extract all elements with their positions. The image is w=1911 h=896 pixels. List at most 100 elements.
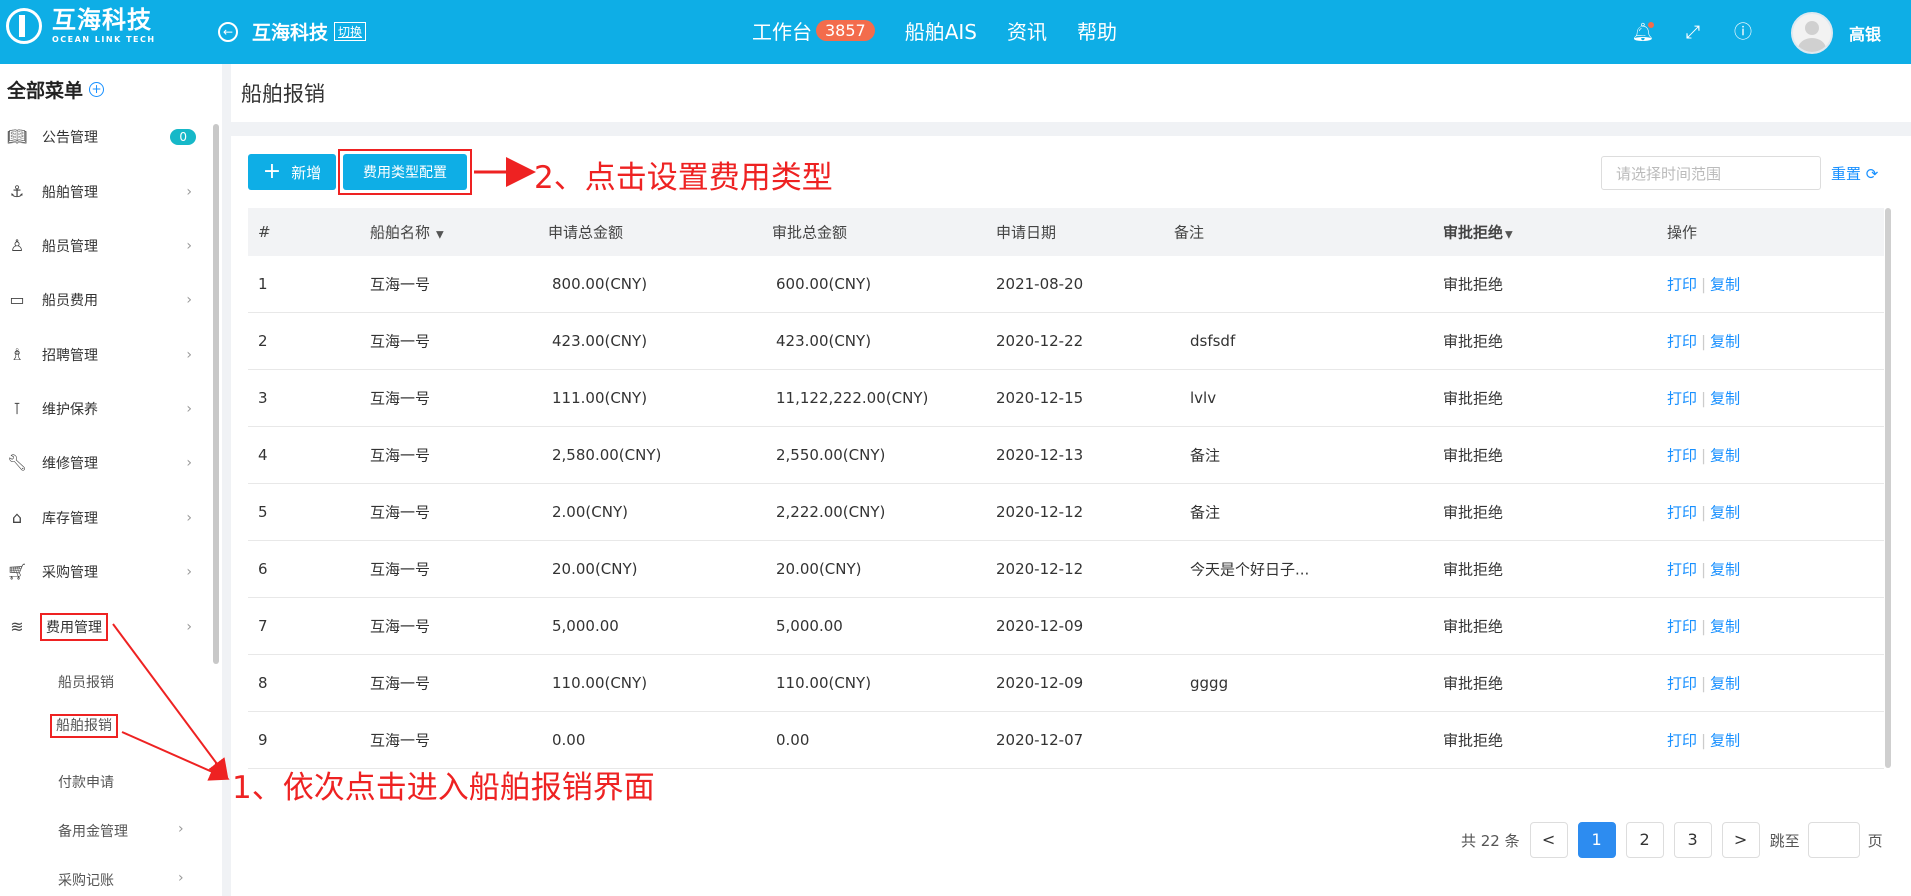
print-link[interactable]: 打印 bbox=[1667, 732, 1697, 750]
table-row[interactable]: 7 互海一号 5,000.00 5,000.00 2020-12-09 审批拒绝 打印 | 复制 bbox=[248, 598, 1884, 655]
cell-ship-name: 互海一号 bbox=[370, 332, 431, 351]
book-icon: 📖︎ bbox=[6, 127, 28, 146]
page-button-1[interactable]: 1 bbox=[1577, 822, 1616, 858]
copy-link[interactable]: 复制 bbox=[1710, 675, 1740, 693]
sidebar-item-recruit[interactable]: ♗ 招聘管理 › bbox=[0, 335, 210, 375]
print-link[interactable]: 打印 bbox=[1667, 390, 1697, 408]
table-scrollbar[interactable] bbox=[1885, 208, 1891, 768]
submenu-purchase-bookkeeping[interactable]: 采购记账 › bbox=[58, 870, 184, 890]
table-row[interactable]: 8 互海一号 110.00(CNY) 110.00(CNY) 2020-12-09 ggg… bbox=[248, 655, 1884, 712]
submenu-ship-reimburse[interactable]: 船舶报销 bbox=[50, 714, 118, 738]
copy-link[interactable]: 复制 bbox=[1710, 561, 1740, 579]
table-row[interactable]: 5 互海一号 2.00(CNY) 2,222.00(CNY) 2020-12-12 备注 审… bbox=[248, 484, 1884, 541]
print-link[interactable]: 打印 bbox=[1667, 675, 1697, 693]
database-icon: ≋ bbox=[10, 617, 24, 636]
cell-index: 9 bbox=[258, 731, 268, 749]
user-icon: ♙ bbox=[9, 236, 25, 255]
add-button[interactable]: + 新增 bbox=[248, 154, 336, 190]
sidebar-item-purchase[interactable]: 🛒︎ 采购管理 › bbox=[0, 552, 210, 592]
chevron-right-icon: › bbox=[178, 821, 184, 837]
cell-approve-amount: 5,000.00 bbox=[776, 617, 843, 635]
page-header: 船舶报销 bbox=[231, 64, 1911, 122]
submenu-petty-cash[interactable]: 备用金管理 › bbox=[58, 821, 184, 841]
sidebar-item-label: 费用管理 bbox=[40, 613, 108, 641]
print-link[interactable]: 打印 bbox=[1667, 561, 1697, 579]
table-row[interactable]: 9 互海一号 0.00 0.00 2020-12-07 审批拒绝 打印 | 复制 bbox=[248, 712, 1884, 769]
anchor-icon: ⚓︎ bbox=[9, 182, 25, 201]
col-remark: 备注 bbox=[1174, 223, 1205, 242]
cell-apply-date: 2020-12-12 bbox=[996, 560, 1084, 578]
col-ship-name-label: 船舶名称 bbox=[370, 223, 431, 242]
submenu-payment-request[interactable]: 付款申请 bbox=[58, 772, 114, 792]
back-arrow-icon[interactable]: ← bbox=[218, 21, 238, 42]
refresh-icon: ⟳ bbox=[1865, 165, 1879, 183]
print-link[interactable]: 打印 bbox=[1667, 504, 1697, 522]
copy-link[interactable]: 复制 bbox=[1710, 390, 1740, 408]
sidebar-item-repair[interactable]: 🔧︎ 维修管理 › bbox=[0, 443, 210, 483]
action-separator: | bbox=[1701, 332, 1707, 351]
cell-remark: 今天是个好日子... bbox=[1190, 560, 1310, 579]
col-apply-date: 申请日期 bbox=[996, 223, 1057, 242]
expand-menu-icon[interactable]: + bbox=[89, 82, 105, 97]
print-link[interactable]: 打印 bbox=[1667, 618, 1697, 636]
sidebar-item-label: 维护保养 bbox=[42, 402, 98, 418]
reset-label: 重置 bbox=[1831, 165, 1862, 183]
submenu-crew-reimburse[interactable]: 船员报销 bbox=[58, 672, 114, 692]
table-header: # 船舶名称 ▼ 申请总金额 审批总金额 申请日期 备注 审批拒绝 ▼ 操作 bbox=[248, 208, 1884, 256]
prev-page-button[interactable]: < bbox=[1529, 822, 1568, 858]
logo-text-cn: 互海科技 bbox=[52, 6, 152, 34]
sidebar-item-inventory[interactable]: ⌂ 库存管理 › bbox=[0, 498, 210, 538]
table-row[interactable]: 4 互海一号 2,580.00(CNY) 2,550.00(CNY) 2020-12-1… bbox=[248, 427, 1884, 484]
fullscreen-icon[interactable]: ⤢ bbox=[1681, 21, 1705, 45]
sidebar-item-crew[interactable]: ♙ 船员管理 › bbox=[0, 226, 210, 266]
table-row[interactable]: 3 互海一号 111.00(CNY) 11,122,222.00(CNY) 2020-1… bbox=[248, 370, 1884, 427]
copy-link[interactable]: 复制 bbox=[1710, 447, 1740, 465]
sidebar-item-expense[interactable]: ≋ 费用管理 › bbox=[0, 607, 210, 647]
reset-button[interactable]: 重置 ⟳ bbox=[1831, 163, 1878, 184]
help-icon[interactable]: ⓘ bbox=[1731, 21, 1755, 45]
next-page-button[interactable]: > bbox=[1721, 822, 1760, 858]
sidebar-scrollbar[interactable] bbox=[213, 124, 219, 664]
table-row[interactable]: 6 互海一号 20.00(CNY) 20.00(CNY) 2020-12-12 今天是个好… bbox=[248, 541, 1884, 598]
nav-ship-ais[interactable]: 船舶AIS bbox=[905, 16, 977, 45]
table-row[interactable]: 1 互海一号 800.00(CNY) 600.00(CNY) 2021-08-20 审批拒… bbox=[248, 256, 1884, 313]
sidebar-item-maintenance[interactable]: ⊺ 维护保养 › bbox=[0, 389, 210, 429]
cell-ship-name: 互海一号 bbox=[370, 389, 431, 408]
col-apply-amount: 申请总金额 bbox=[548, 223, 624, 242]
sidebar-item-ship[interactable]: ⚓︎ 船舶管理 › bbox=[0, 172, 210, 212]
cell-apply-amount: 800.00(CNY) bbox=[552, 275, 648, 293]
print-link[interactable]: 打印 bbox=[1667, 276, 1697, 294]
bell-icon[interactable]: 🔔︎ bbox=[1631, 21, 1655, 45]
nav-news[interactable]: 资讯 bbox=[1007, 16, 1047, 45]
print-link[interactable]: 打印 bbox=[1667, 447, 1697, 465]
copy-link[interactable]: 复制 bbox=[1710, 504, 1740, 522]
table-row[interactable]: 2 互海一号 423.00(CNY) 423.00(CNY) 2020-12-22 dsf… bbox=[248, 313, 1884, 370]
sidebar-item-label: 船员管理 bbox=[42, 239, 98, 255]
print-link[interactable]: 打印 bbox=[1667, 333, 1697, 351]
switch-company-link[interactable]: 切换 bbox=[334, 22, 367, 41]
copy-link[interactable]: 复制 bbox=[1710, 618, 1740, 636]
avatar[interactable] bbox=[1790, 12, 1833, 54]
logo[interactable]: 互海科技 OCEAN LINK TECH bbox=[6, 8, 156, 44]
page-button-3[interactable]: 3 bbox=[1673, 822, 1712, 858]
copy-link[interactable]: 复制 bbox=[1710, 333, 1740, 351]
sidebar-item-announcement[interactable]: 📖︎ 公告管理 0 bbox=[0, 117, 210, 157]
nav-workbench[interactable]: 工作台 3857 bbox=[752, 16, 875, 45]
expense-type-config-button[interactable]: 费用类型配置 bbox=[343, 154, 467, 190]
col-ship-name[interactable]: 船舶名称 ▼ bbox=[370, 222, 444, 243]
cell-remark: dsfsdf bbox=[1190, 332, 1236, 350]
chevron-right-icon: › bbox=[186, 510, 192, 526]
cell-remark: 备注 bbox=[1190, 446, 1221, 465]
copy-link[interactable]: 复制 bbox=[1710, 276, 1740, 294]
copy-link[interactable]: 复制 bbox=[1710, 732, 1740, 750]
cell-apply-amount: 5,000.00 bbox=[552, 617, 619, 635]
col-status-filter[interactable]: 审批拒绝 ▼ bbox=[1443, 222, 1513, 243]
cell-remark: 备注 bbox=[1190, 503, 1221, 522]
cell-apply-date: 2020-12-09 bbox=[996, 674, 1084, 692]
nav-help[interactable]: 帮助 bbox=[1077, 16, 1117, 45]
jump-page-input[interactable] bbox=[1807, 822, 1860, 858]
date-range-input[interactable]: 请选择时间范围 bbox=[1601, 156, 1821, 190]
page-button-2[interactable]: 2 bbox=[1625, 822, 1664, 858]
sidebar-item-crew-fee[interactable]: ▭ 船员费用 › bbox=[0, 280, 210, 320]
user-name[interactable]: 高银 bbox=[1849, 21, 1881, 45]
